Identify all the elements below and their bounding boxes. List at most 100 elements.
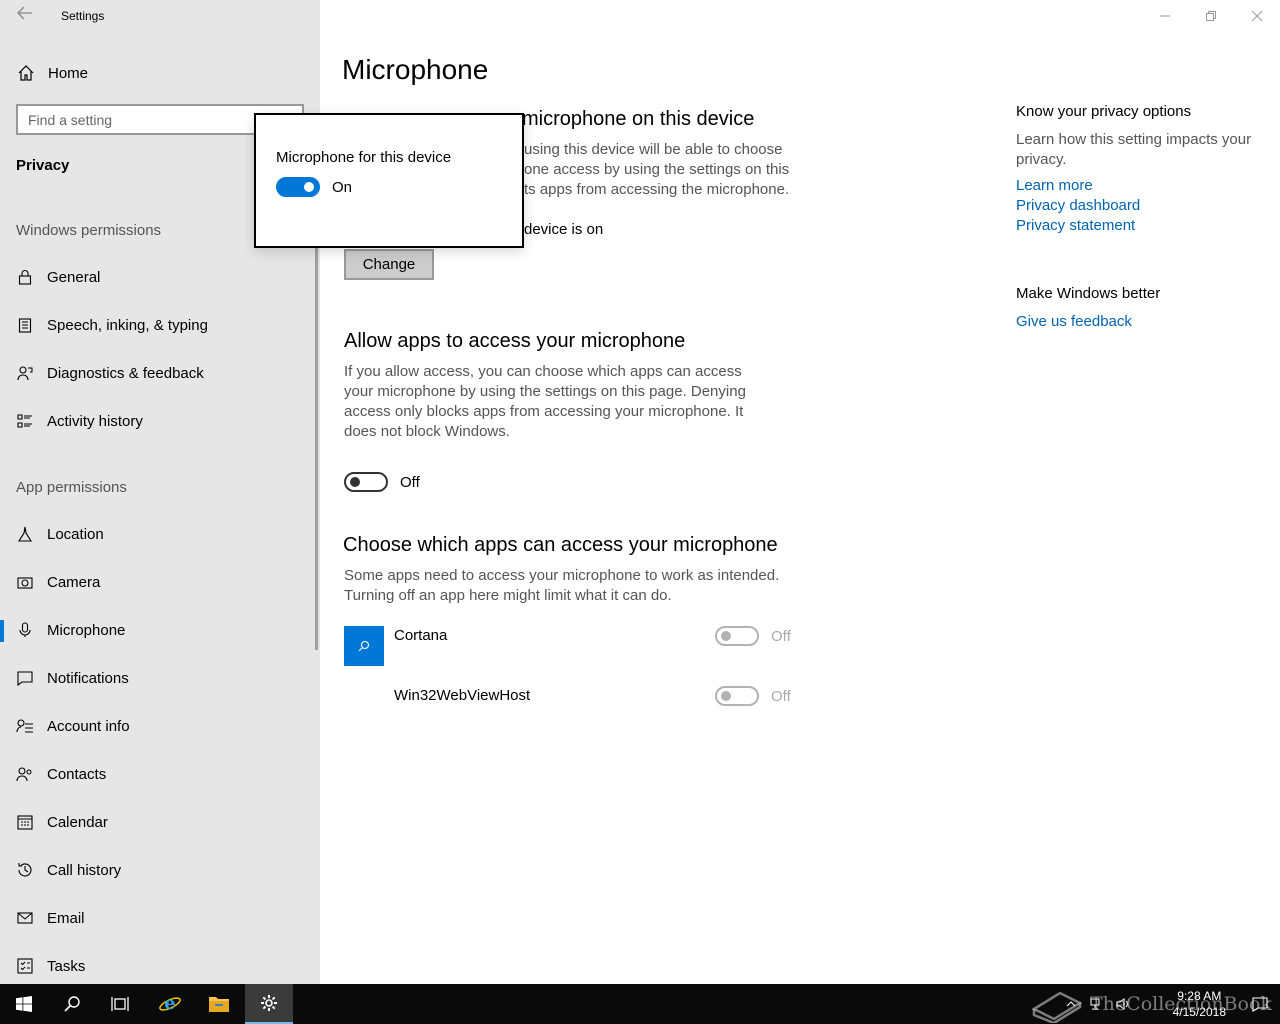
device-status-text: device is on	[524, 221, 604, 238]
book-icon	[1032, 991, 1082, 1023]
task-view-button[interactable]	[96, 984, 144, 1024]
sidebar-item-calendar[interactable]: Calendar	[0, 802, 320, 842]
watermark-text: TheCollectionBook	[1090, 993, 1272, 1015]
device-section-description-line-3: ts apps from accessing the microphone.	[524, 181, 790, 198]
notification-icon	[16, 669, 34, 687]
sidebar-item-location[interactable]: Location	[0, 514, 320, 554]
internet-explorer-button[interactable]: e	[146, 984, 194, 1024]
sidebar-item-label: Microphone	[47, 621, 126, 639]
win32webviewhost-toggle[interactable]	[715, 686, 759, 706]
internet-explorer-icon: e	[159, 993, 181, 1014]
device-section-heading: microphone on this device	[522, 108, 755, 130]
app-name-cortana: Cortana	[394, 627, 448, 644]
toggle-knob	[350, 477, 360, 487]
start-button[interactable]	[0, 984, 48, 1024]
microphone-icon	[16, 621, 34, 639]
file-explorer-button[interactable]	[195, 984, 243, 1024]
person-feedback-icon	[16, 364, 34, 382]
watermark: TheCollectionBook	[1032, 984, 1272, 1024]
account-info-icon	[16, 717, 34, 735]
sidebar-item-camera[interactable]: Camera	[0, 562, 320, 602]
choose-section-heading: Choose which apps can access your microp…	[343, 534, 778, 556]
home-icon	[16, 65, 36, 81]
cortana-toggle[interactable]	[715, 626, 759, 646]
activity-icon	[16, 412, 34, 430]
camera-icon	[16, 573, 34, 591]
sidebar-item-label: Email	[47, 909, 85, 927]
close-button[interactable]	[1234, 0, 1280, 32]
sidebar-item-label: Diagnostics & feedback	[47, 364, 204, 382]
sidebar-item-label: Contacts	[47, 765, 107, 783]
sidebar-item-tasks[interactable]: Tasks	[0, 946, 320, 986]
toggle-knob	[721, 691, 731, 701]
close-icon	[1252, 11, 1262, 21]
learn-more-link[interactable]: Learn more	[1016, 177, 1093, 194]
sidebar-item-account-info[interactable]: Account info	[0, 706, 320, 746]
clipboard-icon	[16, 316, 34, 334]
toggle-knob	[721, 631, 731, 641]
microphone-device-toggle-label: On	[332, 179, 353, 196]
sidebar-item-microphone[interactable]: Microphone	[0, 610, 320, 650]
minimize-button[interactable]	[1142, 0, 1188, 32]
microphone-device-flyout: Microphone for this device On	[254, 113, 524, 248]
sidebar-item-general[interactable]: General	[0, 257, 320, 297]
device-section-description-line-1: using this device will be able to choose	[524, 141, 783, 158]
search-icon	[64, 996, 80, 1012]
sidebar-item-label: Camera	[47, 573, 101, 591]
sidebar-item-label: General	[47, 268, 101, 286]
group-label-windows-permissions: Windows permissions	[16, 222, 162, 239]
privacy-statement-link[interactable]: Privacy statement	[1016, 217, 1135, 234]
sidebar-item-activity-history[interactable]: Activity history	[0, 401, 320, 441]
cortana-app-icon	[344, 626, 384, 666]
title-bar: Settings	[0, 0, 320, 32]
restore-button[interactable]	[1188, 0, 1234, 32]
email-icon	[16, 909, 34, 927]
sidebar-item-label: Tasks	[47, 957, 86, 975]
microphone-device-toggle[interactable]	[276, 177, 320, 197]
allow-apps-toggle[interactable]	[344, 472, 388, 492]
search-icon	[358, 640, 370, 652]
allow-apps-toggle-label: Off	[400, 474, 420, 491]
sidebar-item-home[interactable]: Home	[16, 62, 88, 84]
give-feedback-link[interactable]: Give us feedback	[1016, 313, 1132, 330]
flyout-title: Microphone for this device	[276, 149, 452, 166]
change-button[interactable]: Change	[344, 249, 434, 280]
calendar-icon	[16, 813, 34, 831]
sidebar-item-label: Call history	[47, 861, 122, 879]
sidebar-item-label: Account info	[47, 717, 130, 735]
sidebar-item-email[interactable]: Email	[0, 898, 320, 938]
sidebar-item-contacts[interactable]: Contacts	[0, 754, 320, 794]
back-button[interactable]	[14, 6, 36, 26]
lock-icon	[16, 268, 34, 286]
toggle-knob	[304, 182, 314, 192]
section-title: Privacy	[16, 157, 70, 174]
sidebar-item-label: Location	[47, 525, 104, 543]
app-name-win32webviewhost: Win32WebViewHost	[394, 687, 531, 704]
sidebar-item-diagnostics[interactable]: Diagnostics & feedback	[0, 353, 320, 393]
tasks-icon	[16, 957, 34, 975]
sidebar-item-call-history[interactable]: Call history	[0, 850, 320, 890]
gear-icon	[261, 995, 277, 1011]
allow-section-heading: Allow apps to access your microphone	[344, 330, 686, 352]
privacy-dashboard-link[interactable]: Privacy dashboard	[1016, 197, 1140, 214]
sidebar-item-label: Calendar	[47, 813, 108, 831]
contacts-icon	[16, 765, 34, 783]
task-view-icon	[111, 997, 129, 1011]
sidebar-item-speech[interactable]: Speech, inking, & typing	[0, 305, 320, 345]
device-section-description-line-2: one access by using the settings on this	[524, 161, 790, 178]
svg-text:e: e	[164, 993, 175, 1014]
taskbar-search-button[interactable]	[48, 984, 96, 1024]
page-title: Microphone	[342, 54, 489, 85]
location-icon	[16, 525, 34, 543]
restore-icon	[1206, 11, 1216, 21]
privacy-options-description: Learn how this setting impacts your priv…	[1016, 131, 1252, 168]
window-controls	[1142, 0, 1280, 32]
cortana-toggle-label: Off	[771, 628, 791, 645]
sidebar-item-label: Home	[48, 64, 89, 82]
sidebar-item-label: Activity history	[47, 412, 143, 430]
settings-taskbar-button[interactable]	[245, 984, 293, 1024]
minimize-icon	[1160, 15, 1170, 17]
sidebar-item-notifications[interactable]: Notifications	[0, 658, 320, 698]
privacy-options-heading: Know your privacy options	[1016, 103, 1192, 120]
sidebar-item-label: Speech, inking, & typing	[47, 316, 208, 334]
